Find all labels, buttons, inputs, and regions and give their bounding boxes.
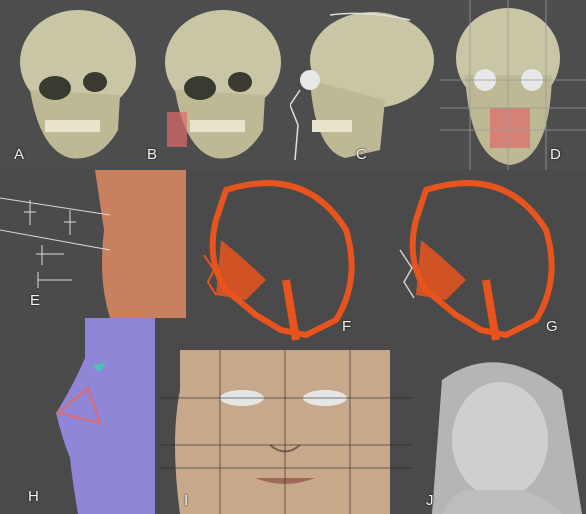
face-render-i — [160, 350, 412, 514]
panel-label-g: G — [546, 318, 558, 335]
panel-h-profile: H — [0, 318, 160, 514]
skull-render-a — [0, 0, 145, 170]
panel-label-d: D — [550, 146, 561, 163]
panel-e-skin-surface: E — [0, 170, 186, 318]
panel-label-i: I — [184, 492, 189, 509]
panel-label-h: H — [28, 488, 39, 505]
skull-render-b — [145, 0, 290, 170]
forensic-reconstruction-figure: { "panels": { "A": {"label": "A"}, "B": … — [0, 0, 586, 514]
bust-render-j — [412, 350, 586, 514]
panel-label-b: B — [147, 146, 158, 163]
panel-b-skull-with-markers: B — [145, 0, 290, 170]
panel-f-ct-sagittal: F — [186, 170, 386, 348]
panel-label-c: C — [356, 146, 367, 163]
skin-render-e — [0, 170, 186, 318]
panel-d-skull-frontal-grid: D — [440, 0, 586, 170]
panel-label-a: A — [14, 146, 25, 163]
tissue-depth-marker — [167, 112, 187, 147]
panel-label-e: E — [30, 292, 41, 309]
ct-scan-f — [186, 170, 386, 348]
panel-i-face-landmarks: I — [160, 350, 412, 514]
panel-label-f: F — [342, 318, 352, 335]
panel-c-skull-lateral: C — [290, 0, 440, 170]
panel-j-final-bust: J — [412, 350, 586, 514]
panel-label-j: J — [426, 492, 434, 509]
skull-render-c — [290, 0, 440, 170]
panel-g-ct-sagittal-outline: G — [386, 170, 586, 348]
skull-render-d — [440, 0, 586, 170]
profile-render-h — [0, 318, 160, 514]
panel-a-skull-frontal-oblique: A — [0, 0, 145, 170]
